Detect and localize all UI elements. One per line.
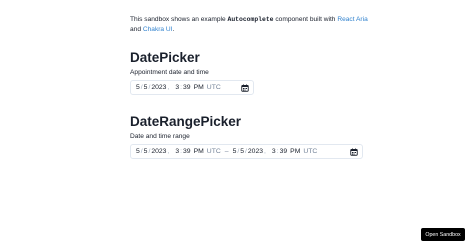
daterangepicker-field[interactable]: 5/5/2023, 3:39 PM UTC –5/5/2023, 3:39 PM UTC [130, 144, 363, 159]
intro-text: component built with [273, 16, 338, 23]
end-minute-segment[interactable]: 39 [280, 148, 288, 155]
chakra-ui-link[interactable]: Chakra UI [143, 26, 173, 33]
end-timezone-segment: UTC [303, 148, 318, 155]
start-timezone-segment: UTC [206, 148, 221, 155]
intro-text: . [172, 26, 175, 33]
date-separator: , [167, 84, 170, 91]
daterangepicker-label: Date and time range [130, 133, 190, 140]
date-separator: , [167, 148, 170, 155]
year-segment[interactable]: 2023 [151, 84, 166, 91]
datepicker-field[interactable]: 5/5/2023, 3:39 PM UTC [130, 80, 254, 95]
start-year-segment[interactable]: 2023 [151, 148, 166, 155]
ampm-segment[interactable]: PM [194, 84, 204, 91]
intro-text: and [130, 26, 143, 33]
intro-code: Autocomplete [227, 16, 274, 23]
date-separator: , [264, 148, 266, 155]
datepicker-label: Appointment date and time [130, 69, 209, 76]
minute-segment[interactable]: 39 [183, 84, 191, 91]
calendar-icon [349, 148, 358, 156]
calendar-button[interactable] [349, 147, 358, 156]
start-ampm-segment[interactable]: PM [194, 148, 204, 155]
calendar-button[interactable] [240, 83, 249, 92]
open-sandbox-button[interactable]: Open Sandbox [421, 228, 465, 241]
calendar-icon [240, 84, 249, 92]
start-minute-segment[interactable]: 39 [183, 148, 191, 155]
datepicker-title: DatePicker [130, 50, 200, 65]
range-separator: – [224, 148, 229, 155]
timezone-segment: UTC [206, 84, 221, 91]
end-ampm-segment[interactable]: PM [290, 148, 300, 155]
react-aria-link[interactable]: React Aria [337, 16, 367, 23]
end-year-segment[interactable]: 2023 [248, 148, 263, 155]
intro-text: This sandbox shows an example [130, 16, 228, 23]
intro-paragraph: This sandbox shows an example Autocomple… [130, 15, 430, 35]
daterangepicker-title: DateRangePicker [130, 114, 242, 129]
